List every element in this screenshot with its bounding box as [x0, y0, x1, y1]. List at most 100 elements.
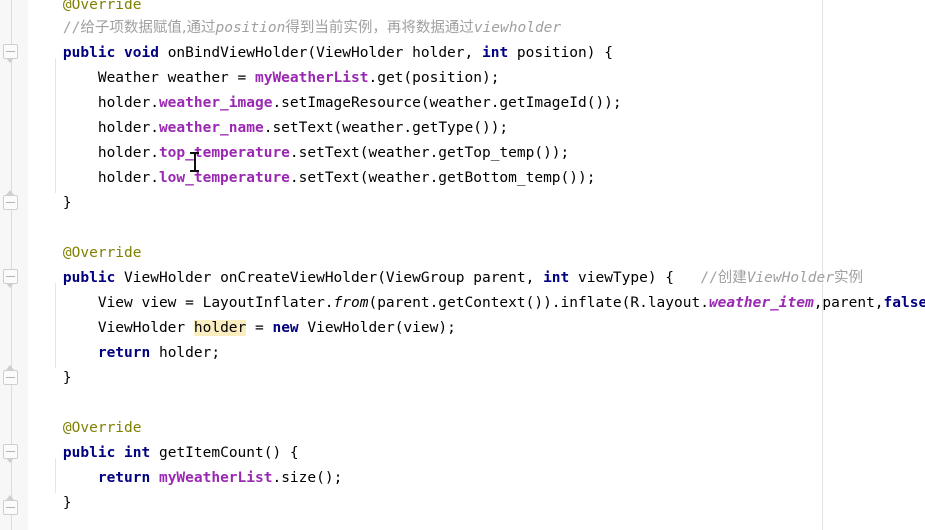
line-set-top-temperature-token-0: holder. — [28, 145, 159, 161]
fold-collapse-oncreateviewholder[interactable] — [3, 269, 21, 289]
line-oncreateviewholder-sig-token-8: 实例 — [834, 270, 864, 286]
code-editor[interactable]: @Override //给子项数据赋值,通过position得到当前实例，再将数… — [0, 0, 925, 530]
line-oncreateviewholder-sig-token-0 — [28, 270, 63, 286]
fold-marker-minus-icon — [6, 202, 15, 203]
line-comment-bind[interactable]: //给子项数据赋值,通过position得到当前实例，再将数据通过viewhol… — [28, 16, 561, 41]
line-getitemcount-sig-token-4: getItemCount() { — [150, 445, 299, 461]
line-new-viewholder[interactable]: ViewHolder holder = new ViewHolder(view)… — [28, 316, 456, 341]
line-new-viewholder-token-2: = — [246, 320, 273, 336]
line-onbindviewholder-sig-token-0 — [28, 45, 63, 61]
line-set-top-temperature-token-1: top_temperature — [158, 145, 290, 161]
line-override-1-token-1: @Override — [62, 0, 142, 13]
fold-marker-minus-icon — [6, 276, 15, 277]
fold-end-getitemcount[interactable] — [3, 495, 21, 515]
line-onbindviewholder-sig-token-4: onBindViewHolder(ViewHolder holder, — [158, 45, 482, 61]
code-surface[interactable]: @Override //给子项数据赋值,通过position得到当前实例，再将数… — [28, 0, 925, 530]
line-set-image-resource-token-2: .setImageResource(weather.getImageId()); — [272, 95, 622, 111]
line-close-bind[interactable]: } — [28, 191, 72, 216]
line-weather-get-token-1: myWeatherList — [254, 70, 369, 86]
line-oncreateviewholder-sig-token-1: public — [62, 270, 116, 286]
line-return-size[interactable]: return myWeatherList.size(); — [28, 466, 342, 491]
line-comment-bind-token-0 — [28, 20, 63, 36]
line-onbindviewholder-sig-token-1: public — [62, 45, 116, 61]
line-layout-inflater-token-3: weather_item — [708, 295, 814, 311]
line-override-3-token-0 — [28, 420, 63, 436]
line-override-3[interactable]: @Override — [28, 416, 142, 441]
line-set-image-resource-token-0: holder. — [28, 95, 159, 111]
line-set-weather-name-token-2: .setText(weather.getType()); — [263, 120, 509, 136]
line-override-2-token-0 — [28, 245, 63, 261]
line-layout-inflater-token-2: (parent.getContext()).inflate(R.layout. — [368, 295, 709, 311]
line-layout-inflater-token-1: from — [333, 295, 369, 311]
line-close-count[interactable]: } — [28, 491, 72, 516]
line-oncreateviewholder-sig-token-2: ViewHolder onCreateViewHolder(ViewGroup … — [115, 270, 544, 286]
fold-marker-minus-icon — [6, 377, 15, 378]
line-set-low-temperature-token-2: .setText(weather.getBottom_temp()); — [289, 170, 596, 186]
line-return-holder-token-0 — [28, 345, 98, 361]
line-set-weather-name-token-0: holder. — [28, 120, 159, 136]
line-return-size-token-4: .size(); — [272, 470, 343, 486]
line-getitemcount-sig-token-2 — [115, 445, 124, 461]
line-comment-bind-token-2: 给子项数据赋值, — [80, 20, 187, 36]
line-close-count-token-0: } — [28, 495, 72, 511]
line-onbindviewholder-sig[interactable]: public void onBindViewHolder(ViewHolder … — [28, 41, 613, 66]
line-close-create-token-0: } — [28, 370, 72, 386]
line-weather-get[interactable]: Weather weather = myWeatherList.get(posi… — [28, 66, 500, 91]
line-close-create[interactable]: } — [28, 366, 72, 391]
line-set-image-resource-token-1: weather_image — [158, 95, 273, 111]
line-new-viewholder-token-4: ViewHolder(view); — [298, 320, 456, 336]
line-oncreateviewholder-sig[interactable]: public ViewHolder onCreateViewHolder(Vie… — [28, 266, 863, 291]
line-new-viewholder-token-3: new — [272, 320, 299, 336]
line-comment-bind-token-1: // — [62, 20, 81, 36]
line-getitemcount-sig-token-3: int — [124, 445, 151, 461]
line-new-viewholder-token-0: ViewHolder — [28, 320, 194, 336]
right-margin-guide — [822, 0, 823, 530]
line-getitemcount-sig[interactable]: public int getItemCount() { — [28, 441, 299, 466]
line-return-holder-token-2: holder; — [150, 345, 221, 361]
line-override-1-token-0 — [28, 0, 63, 13]
line-comment-bind-token-6: viewholder — [473, 20, 562, 36]
line-oncreateviewholder-sig-token-3: int — [543, 270, 570, 286]
line-onbindviewholder-sig-token-5: int — [481, 45, 509, 61]
line-oncreateviewholder-sig-token-6: 创建 — [717, 270, 747, 286]
fold-collapse-onbindviewholder[interactable] — [3, 44, 21, 64]
line-getitemcount-sig-token-0 — [28, 445, 63, 461]
line-layout-inflater-token-4: ,parent, — [813, 295, 884, 311]
line-return-holder-token-1: return — [97, 345, 151, 361]
line-set-weather-name-token-1: weather_name — [158, 120, 264, 136]
line-getitemcount-sig-token-1: public — [62, 445, 116, 461]
fold-end-block-upper[interactable] — [3, 365, 21, 385]
fold-end-onbindviewholder[interactable] — [3, 190, 21, 210]
line-close-bind-token-0: } — [28, 195, 72, 211]
fold-marker-minus-icon — [6, 451, 15, 452]
line-override-2-token-1: @Override — [62, 245, 142, 261]
line-set-low-temperature[interactable]: holder.low_temperature.setText(weather.g… — [28, 166, 596, 191]
fold-marker-minus-icon — [6, 51, 15, 52]
line-onbindviewholder-sig-token-6: position) { — [508, 45, 613, 61]
line-new-viewholder-token-1: holder — [193, 320, 247, 336]
line-override-2[interactable]: @Override — [28, 241, 142, 266]
line-comment-bind-token-3: 通过 — [186, 20, 216, 36]
line-oncreateviewholder-sig-token-7: ViewHolder — [746, 270, 835, 286]
line-layout-inflater[interactable]: View view = LayoutInflater.from(parent.g… — [28, 291, 925, 316]
line-return-size-token-2 — [150, 470, 159, 486]
line-set-low-temperature-token-1: low_temperature — [158, 170, 290, 186]
line-return-holder[interactable]: return holder; — [28, 341, 220, 366]
line-override-3-token-1: @Override — [62, 420, 142, 436]
line-set-top-temperature-token-2: .setText(weather.getTop_temp()); — [289, 145, 570, 161]
line-oncreateviewholder-sig-token-4: viewType) { — [569, 270, 701, 286]
line-set-top-temperature[interactable]: holder.top_temperature.setText(weather.g… — [28, 141, 569, 166]
line-comment-bind-token-4: position — [215, 20, 286, 36]
line-set-low-temperature-token-0: holder. — [28, 170, 159, 186]
fold-collapse-getitemcount[interactable] — [3, 444, 21, 464]
line-comment-bind-token-5: 得到当前实例，再将数据通过 — [285, 20, 474, 36]
line-return-size-token-0 — [28, 470, 98, 486]
line-layout-inflater-token-5: false — [883, 295, 925, 311]
line-return-size-token-3: myWeatherList — [158, 470, 273, 486]
line-layout-inflater-token-0: View view = LayoutInflater. — [28, 295, 334, 311]
line-set-weather-name[interactable]: holder.weather_name.setText(weather.getT… — [28, 116, 508, 141]
line-set-image-resource[interactable]: holder.weather_image.setImageResource(we… — [28, 91, 622, 116]
line-weather-get-token-2: .get(position); — [368, 70, 500, 86]
line-onbindviewholder-sig-token-2 — [115, 45, 124, 61]
editor-gutter[interactable] — [0, 0, 29, 530]
